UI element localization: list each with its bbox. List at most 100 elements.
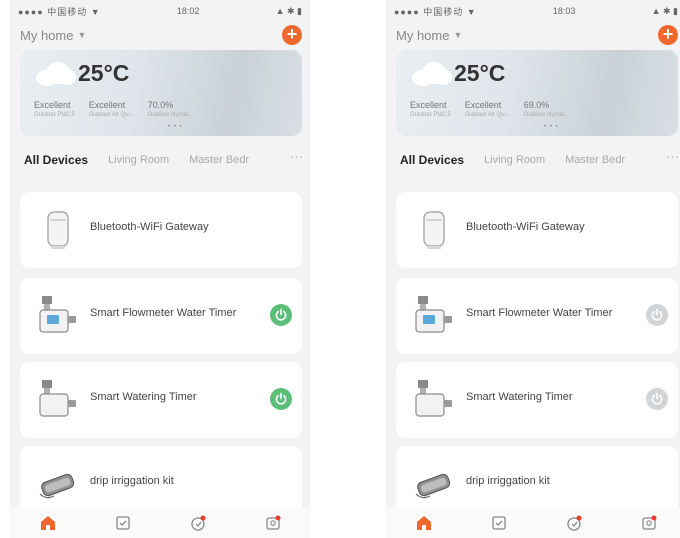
device-name: Smart Watering Timer (466, 391, 573, 403)
stat-label: Outdoor PM2.5 (410, 112, 451, 118)
plus-icon: + (286, 24, 298, 44)
device-card-flowmeter-timer[interactable]: Smart Flowmeter Water Timer (396, 278, 678, 354)
status-bar: ●●●● 中国移动 ▼ 18:02 ▲ ✱ ▮ (10, 0, 310, 22)
watering-timer-icon (415, 380, 452, 417)
nav-me[interactable] (639, 513, 659, 533)
device-name: Smart Flowmeter Water Timer (466, 307, 613, 319)
weather-stat: Excellent Outdoor PM2.5 (410, 100, 451, 118)
weather-card[interactable]: 25°C Excellent Outdoor PM2.5 Excellent O… (396, 50, 678, 136)
carrier-label: ●●●● 中国移动 ▼ (394, 6, 477, 17)
home-icon (40, 516, 55, 530)
home-selector[interactable]: My home ▼ (20, 28, 86, 43)
gateway-icon (47, 211, 69, 249)
weather-stat: 70.0% Outdoor Humid... (148, 100, 194, 118)
checklist-icon (491, 516, 506, 530)
flowmeter-timer-icon (39, 296, 76, 333)
power-toggle[interactable] (646, 304, 668, 326)
tab-living-room[interactable]: Living Room (484, 154, 545, 166)
weather-stat: Excellent Outdoor PM2.5 (34, 100, 75, 118)
tab-master-bedroom[interactable]: Master Bedr (565, 154, 625, 166)
nav-smart[interactable] (564, 513, 584, 533)
home-selector[interactable]: My home ▼ (396, 28, 462, 43)
page-dots: • • • (168, 124, 183, 130)
nav-me[interactable] (263, 513, 283, 533)
nav-home[interactable] (414, 513, 434, 533)
stat-label: Outdoor Air Qu... (464, 112, 510, 118)
tab-living-room[interactable]: Living Room (108, 154, 169, 166)
stat-value: Excellent (88, 100, 126, 110)
power-toggle[interactable] (270, 304, 292, 326)
cloud-icon (412, 62, 452, 86)
clock: 18:02 (176, 6, 200, 16)
device-name: drip irriggation kit (466, 475, 550, 487)
temperature: 25°C (454, 60, 506, 86)
drip-kit-icon (415, 473, 451, 499)
power-icon (651, 308, 663, 321)
device-card-flowmeter-timer[interactable]: Smart Flowmeter Water Timer (20, 278, 302, 354)
home-name: My home (20, 27, 74, 43)
power-toggle[interactable] (646, 388, 668, 410)
weather-stats: Excellent Outdoor PM2.5 Excellent Outdoo… (34, 100, 193, 118)
bottom-nav (10, 508, 310, 538)
nav-scenes[interactable] (113, 513, 133, 533)
weather-stat: 69.0% Outdoor Humid... (524, 100, 570, 118)
chevron-down-icon: ▼ (453, 30, 463, 40)
weather-card[interactable]: 25°C Excellent Outdoor PM2.5 Excellent O… (20, 50, 302, 136)
smart-scene-icon (566, 515, 581, 531)
nav-smart[interactable] (188, 513, 208, 533)
device-name: Bluetooth-WiFi Gateway (90, 221, 209, 233)
more-tabs-icon[interactable]: ··· (666, 151, 680, 163)
device-name: drip irriggation kit (90, 475, 174, 487)
flowmeter-timer-icon (415, 296, 452, 333)
profile-icon (265, 515, 280, 530)
nav-scenes[interactable] (489, 513, 509, 533)
power-icon (275, 308, 287, 321)
gateway-icon (423, 211, 445, 249)
stat-value: Excellent (34, 100, 71, 110)
nav-home[interactable] (38, 513, 58, 533)
home-header: My home ▼ + (386, 22, 680, 48)
power-icon (275, 392, 287, 405)
phone-screen-right: ●●●● 中国移动 ▼ 18:03 ▲ ✱ ▮ My home ▼ + 25°C… (386, 0, 680, 538)
stat-label: Outdoor PM2.5 (34, 112, 75, 118)
plus-icon: + (662, 24, 674, 44)
chevron-down-icon: ▼ (77, 30, 87, 40)
weather-stat: Excellent Outdoor Air Qu... (465, 100, 510, 118)
tab-master-bedroom[interactable]: Master Bedr (189, 154, 249, 166)
carrier-label: ●●●● 中国移动 ▼ (18, 6, 101, 17)
home-header: My home ▼ + (10, 22, 310, 48)
smart-scene-icon (190, 515, 205, 531)
battery-indicator: ▲ ✱ ▮ (275, 5, 302, 16)
add-device-button[interactable]: + (658, 25, 678, 45)
add-device-button[interactable]: + (282, 25, 302, 45)
home-name: My home (396, 27, 450, 43)
checklist-icon (115, 516, 130, 530)
room-tabs: All Devices Living Room Master Bedr ··· (10, 142, 310, 178)
power-toggle[interactable] (270, 388, 292, 410)
weather-stats: Excellent Outdoor PM2.5 Excellent Outdoo… (410, 100, 569, 118)
phone-screen-left: ●●●● 中国移动 ▼ 18:02 ▲ ✱ ▮ My home ▼ + 25°C… (10, 0, 310, 538)
tab-all-devices[interactable]: All Devices (24, 153, 88, 167)
device-name: Smart Flowmeter Water Timer (90, 307, 237, 319)
stat-label: Outdoor Air Qu... (88, 112, 134, 118)
page-dots: • • • (544, 124, 559, 130)
bottom-nav (386, 508, 680, 538)
weather-stat: Excellent Outdoor Air Qu... (89, 100, 134, 118)
more-tabs-icon[interactable]: ··· (290, 151, 304, 163)
status-bar: ●●●● 中国移动 ▼ 18:03 ▲ ✱ ▮ (386, 0, 680, 22)
device-name: Bluetooth-WiFi Gateway (466, 221, 585, 233)
device-card-gateway[interactable]: Bluetooth-WiFi Gateway (20, 192, 302, 268)
device-card-watering-timer[interactable]: Smart Watering Timer (20, 362, 302, 438)
temperature: 25°C (78, 60, 130, 86)
stat-value: 69.0% (523, 100, 550, 110)
cloud-icon (36, 62, 76, 86)
watering-timer-icon (39, 380, 76, 417)
battery-indicator: ▲ ✱ ▮ (651, 5, 678, 16)
stat-value: Excellent (410, 100, 447, 110)
power-icon (651, 392, 663, 405)
device-card-watering-timer[interactable]: Smart Watering Timer (396, 362, 678, 438)
room-tabs: All Devices Living Room Master Bedr ··· (386, 142, 680, 178)
tab-all-devices[interactable]: All Devices (400, 153, 464, 167)
home-icon (416, 516, 431, 530)
device-card-gateway[interactable]: Bluetooth-WiFi Gateway (396, 192, 678, 268)
